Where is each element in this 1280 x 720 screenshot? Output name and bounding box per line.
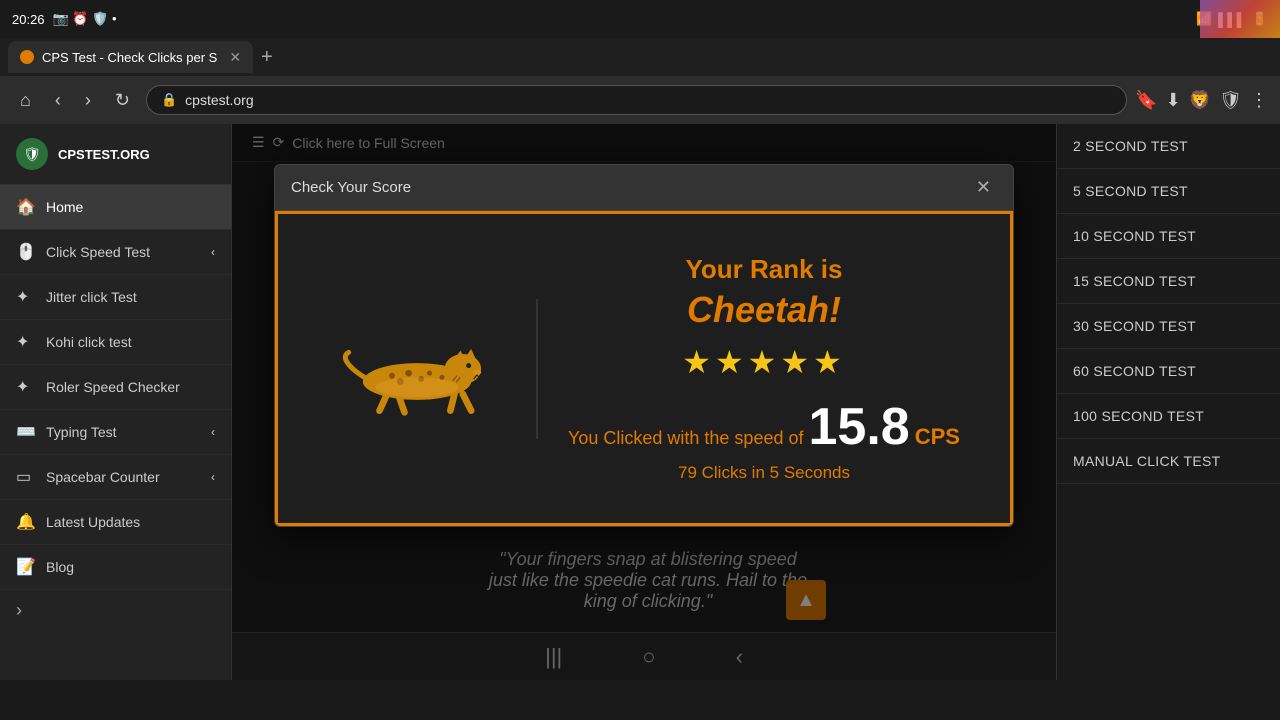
new-tab-button[interactable]: +	[261, 46, 273, 69]
sidebar-item-blog[interactable]: 📝 Blog	[0, 545, 231, 590]
right-item-100sec-label: 100 SECOND TEST	[1073, 408, 1204, 424]
right-item-30sec[interactable]: 30 SECOND TEST	[1057, 304, 1280, 349]
address-bar[interactable]: 🔒 cpstest.org	[146, 85, 1127, 115]
sidebar-item-roler[interactable]: ✦ Roler Speed Checker	[0, 365, 231, 410]
url-text: cpstest.org	[185, 92, 1112, 108]
right-item-60sec[interactable]: 60 SECOND TEST	[1057, 349, 1280, 394]
speed-label-text: You Clicked with the speed of	[568, 428, 804, 448]
right-item-2sec[interactable]: 2 SECOND TEST	[1057, 124, 1280, 169]
right-item-5sec[interactable]: 5 SECOND TEST	[1057, 169, 1280, 214]
speed-label: You Clicked with the speed of 15.8 CPS	[568, 397, 960, 457]
right-item-15sec[interactable]: 15 SECOND TEST	[1057, 259, 1280, 304]
logo-icon: 🛡	[16, 138, 48, 170]
sidebar-collapse-btn[interactable]: ›	[0, 590, 231, 631]
sidebar-item-typing[interactable]: ⌨️ Typing Test ‹	[0, 410, 231, 455]
stars-display: ★★★★★	[568, 343, 960, 381]
sidebar-logo: 🛡 CPSTEST.ORG	[0, 124, 231, 185]
shield-icon[interactable]: 🛡	[1219, 90, 1242, 111]
click-speed-chevron: ‹	[211, 245, 215, 259]
right-item-2sec-label: 2 SECOND TEST	[1073, 138, 1188, 154]
rank-label: Your Rank is	[568, 254, 960, 285]
cheetah-image	[327, 319, 507, 419]
score-modal: Check Your Score ✕	[274, 164, 1014, 527]
lock-icon: 🔒	[161, 92, 177, 108]
right-item-manual-label: MANUAL CLICK TEST	[1073, 453, 1220, 469]
brave-icon[interactable]: 🦁	[1189, 90, 1211, 111]
reload-button[interactable]: ↻	[107, 86, 138, 115]
typing-icon: ⌨️	[16, 422, 36, 442]
sidebar: 🛡 CPSTEST.ORG 🏠 Home 🖱️ Click Speed Test…	[0, 124, 232, 680]
sidebar-item-updates[interactable]: 🔔 Latest Updates	[0, 500, 231, 545]
roler-icon: ✦	[16, 377, 36, 397]
corner-gradient	[1200, 0, 1280, 38]
right-item-5sec-label: 5 SECOND TEST	[1073, 183, 1188, 199]
status-icons: 📷 ⏰ 🛡️ •	[53, 11, 117, 27]
home-button[interactable]: ⌂	[12, 86, 39, 115]
status-time: 20:26	[12, 12, 45, 27]
click-speed-icon: 🖱️	[16, 242, 36, 262]
cheetah-section	[298, 299, 538, 439]
main-layout: 🛡 CPSTEST.ORG 🏠 Home 🖱️ Click Speed Test…	[0, 124, 1280, 680]
sidebar-item-typing-label: Typing Test	[46, 424, 117, 440]
status-bar: 20:26 📷 ⏰ 🛡️ • 📶 ▌▌▌ 🔋	[0, 0, 1280, 38]
forward-button[interactable]: ›	[77, 86, 99, 115]
bookmark-icon[interactable]: 🔖	[1135, 90, 1157, 111]
sidebar-item-jitter-label: Jitter click Test	[46, 289, 137, 305]
updates-icon: 🔔	[16, 512, 36, 532]
nav-bar: ⌂ ‹ › ↻ 🔒 cpstest.org 🔖 ⬇ 🦁 🛡 ⋮	[0, 76, 1280, 124]
right-item-10sec-label: 10 SECOND TEST	[1073, 228, 1196, 244]
sidebar-item-spacebar[interactable]: ▭ Spacebar Counter ‹	[0, 455, 231, 500]
tab-close-button[interactable]: ✕	[229, 49, 241, 66]
spacebar-chevron: ‹	[211, 470, 215, 484]
speed-value: 15.8	[809, 398, 910, 456]
spacebar-icon: ▭	[16, 467, 36, 487]
tab-favicon	[20, 50, 34, 64]
modal-close-button[interactable]: ✕	[970, 175, 997, 200]
nav-actions: 🔖 ⬇ 🦁 🛡 ⋮	[1135, 90, 1268, 111]
right-item-30sec-label: 30 SECOND TEST	[1073, 318, 1196, 334]
right-sidebar: 2 SECOND TEST 5 SECOND TEST 10 SECOND TE…	[1056, 124, 1280, 680]
sidebar-item-home[interactable]: 🏠 Home	[0, 185, 231, 230]
active-tab[interactable]: CPS Test - Check Clicks per S ✕	[8, 41, 253, 73]
sidebar-item-jitter[interactable]: ✦ Jitter click Test	[0, 275, 231, 320]
right-item-60sec-label: 60 SECOND TEST	[1073, 363, 1196, 379]
status-bar-left: 20:26 📷 ⏰ 🛡️ •	[12, 11, 117, 27]
rank-name: Cheetah!	[568, 289, 960, 331]
blog-icon: 📝	[16, 557, 36, 577]
sidebar-item-spacebar-label: Spacebar Counter	[46, 469, 160, 485]
sidebar-item-roler-label: Roler Speed Checker	[46, 379, 180, 395]
right-item-manual[interactable]: MANUAL CLICK TEST	[1057, 439, 1280, 484]
right-item-100sec[interactable]: 100 SECOND TEST	[1057, 394, 1280, 439]
collapse-icon: ›	[16, 600, 22, 620]
menu-icon[interactable]: ⋮	[1250, 90, 1268, 111]
modal-overlay: Check Your Score ✕	[232, 124, 1056, 680]
logo-text: CPSTEST.ORG	[58, 147, 150, 162]
kohi-icon: ✦	[16, 332, 36, 352]
sidebar-item-blog-label: Blog	[46, 559, 74, 575]
speed-unit: CPS	[915, 424, 960, 449]
modal-body: Your Rank is Cheetah! ★★★★★ You Clicked …	[275, 211, 1013, 526]
home-icon: 🏠	[16, 197, 36, 217]
back-button[interactable]: ‹	[47, 86, 69, 115]
content-area: ☰ ⟳ Click here to Full Screen Check Your…	[232, 124, 1056, 680]
modal-title: Check Your Score	[291, 179, 411, 196]
sidebar-item-click-label: Click Speed Test	[46, 244, 150, 260]
right-item-10sec[interactable]: 10 SECOND TEST	[1057, 214, 1280, 259]
result-section: Your Rank is Cheetah! ★★★★★ You Clicked …	[538, 234, 990, 503]
typing-chevron: ‹	[211, 425, 215, 439]
sidebar-item-kohi-label: Kohi click test	[46, 334, 132, 350]
download-icon[interactable]: ⬇	[1166, 90, 1181, 111]
tab-bar: CPS Test - Check Clicks per S ✕ +	[0, 38, 1280, 76]
right-item-15sec-label: 15 SECOND TEST	[1073, 273, 1196, 289]
clicks-info: 79 Clicks in 5 Seconds	[568, 463, 960, 483]
sidebar-item-kohi[interactable]: ✦ Kohi click test	[0, 320, 231, 365]
sidebar-item-home-label: Home	[46, 199, 83, 215]
sidebar-item-click-speed[interactable]: 🖱️ Click Speed Test ‹	[0, 230, 231, 275]
modal-header: Check Your Score ✕	[275, 165, 1013, 211]
sidebar-item-updates-label: Latest Updates	[46, 514, 140, 530]
tab-title: CPS Test - Check Clicks per S	[42, 50, 217, 65]
jitter-icon: ✦	[16, 287, 36, 307]
